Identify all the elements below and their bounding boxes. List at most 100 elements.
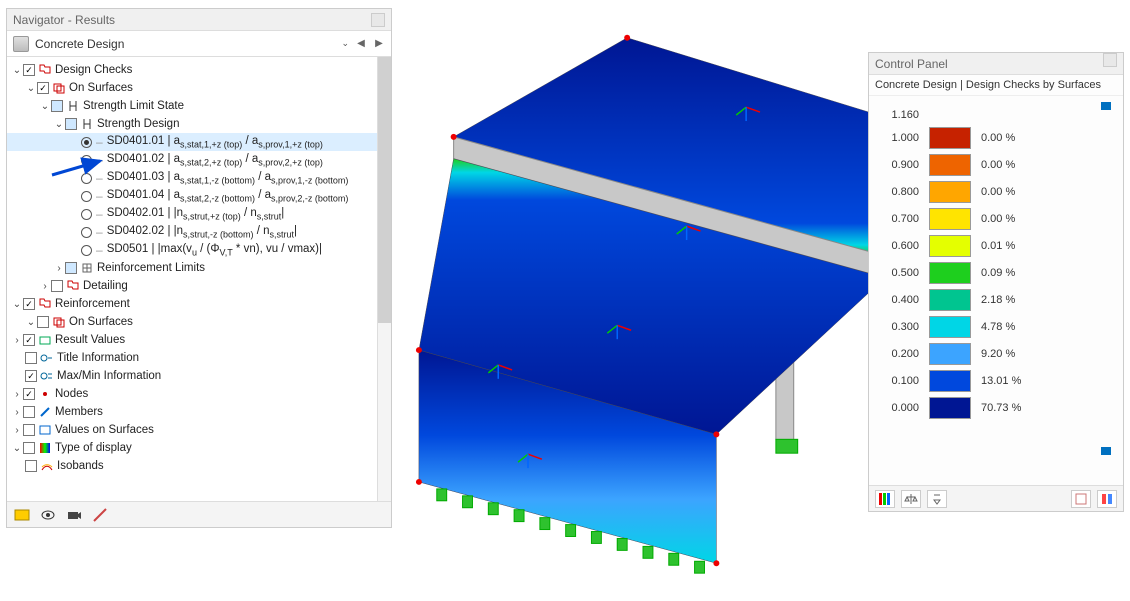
legend-swatch[interactable] (929, 316, 971, 338)
tree-item-label: SD0501 | |max(vu / (ΦV,T * vn), vu / vma… (107, 243, 322, 257)
tab-colorscale[interactable] (875, 490, 895, 508)
tree-item-label: SD0401.03 | as,stat,1,-z (bottom) / as,p… (107, 171, 349, 185)
title-info-icon (40, 351, 54, 365)
legend-value: 0.700 (877, 213, 919, 225)
legend-percent: 70.73 % (981, 402, 1021, 414)
tree-item-label: SD0401.04 | as,stat,2,-z (bottom) / as,p… (107, 189, 349, 203)
tree-item-sd0401-01[interactable]: – SD0401.01 | as,stat,1,+z (top) / as,pr… (7, 133, 391, 151)
navigator-toolbar: Concrete Design ⌄ ◀ ▶ (7, 31, 391, 57)
navigator-title-text: Navigator - Results (13, 9, 115, 31)
tree-item-sd0501[interactable]: – SD0501 | |max(vu / (ΦV,T * vn), vu / v… (7, 241, 391, 259)
tree-item-sd0402-02[interactable]: – SD0402.02 | |ns,strut,-z (bottom) / ns… (7, 223, 391, 241)
maxmin-icon (40, 369, 54, 383)
tree-item-label: SD0401.01 | as,stat,1,+z (top) / as,prov… (107, 135, 323, 149)
nav-next-button[interactable]: ▶ (373, 36, 385, 52)
tree-result-values[interactable]: › Result Values (7, 331, 391, 349)
radio-icon[interactable] (81, 209, 92, 220)
tree-reinforcement[interactable]: ⌄ Reinforcement (7, 295, 391, 313)
reinforcement-icon (38, 297, 52, 311)
eye-icon[interactable] (39, 506, 57, 524)
tree-on-surfaces[interactable]: ⌄ On Surfaces (7, 79, 391, 97)
tree-item-label: SD0402.02 | |ns,strut,-z (bottom) / ns,s… (107, 225, 297, 239)
tree-isobands[interactable]: Isobands (7, 457, 391, 475)
radio-icon[interactable] (81, 227, 92, 238)
legend-swatch[interactable] (929, 208, 971, 230)
tree-item-sd0401-04[interactable]: – SD0401.04 | as,stat,2,-z (bottom) / as… (7, 187, 391, 205)
tab-balance[interactable] (901, 490, 921, 508)
results-tree[interactable]: ⌄ Design Checks ⌄ On Surfaces ⌄ Strength… (7, 57, 391, 501)
footer-view-icon[interactable] (13, 506, 31, 524)
tab-export[interactable] (927, 490, 947, 508)
surfaces-icon (52, 81, 66, 95)
legend-swatch[interactable] (929, 262, 971, 284)
surfaces-icon (52, 315, 66, 329)
radio-icon[interactable] (81, 245, 92, 256)
pointer-arrow-icon (48, 155, 108, 181)
reinf-limits-icon (80, 261, 94, 275)
legend-swatch[interactable] (929, 343, 971, 365)
navigator-mode-dropdown[interactable]: Concrete Design (35, 37, 335, 51)
flag-line-icon[interactable] (91, 506, 109, 524)
members-icon (38, 405, 52, 419)
concrete-design-icon (13, 36, 29, 52)
legend-value: 0.000 (877, 402, 919, 414)
chevron-down-icon[interactable]: ⌄ (341, 38, 349, 49)
nav-prev-button[interactable]: ◀ (355, 36, 367, 52)
tab-settings-2[interactable] (1097, 490, 1117, 508)
legend-percent: 9.20 % (981, 348, 1015, 360)
legend-row: 0.9000.00 % (877, 151, 1115, 178)
legend-swatch[interactable] (929, 181, 971, 203)
legend-swatch[interactable] (929, 154, 971, 176)
legend-top-value: 1.160 (877, 109, 919, 121)
tree-reinforcement-limits[interactable]: › Reinforcement Limits (7, 259, 391, 277)
legend-value: 0.300 (877, 321, 919, 333)
navigator-close-button[interactable] (371, 13, 385, 27)
legend-swatch[interactable] (929, 370, 971, 392)
tree-design-checks[interactable]: ⌄ Design Checks (7, 61, 391, 79)
legend-max-marker[interactable] (1101, 102, 1111, 110)
control-panel-tabs (869, 485, 1123, 511)
legend-row: 0.6000.01 % (877, 232, 1115, 259)
tree-scrollbar[interactable] (377, 57, 391, 501)
tree-title-info[interactable]: Title Information (7, 349, 391, 367)
legend-swatch[interactable] (929, 397, 971, 419)
tree-members[interactable]: › Members (7, 403, 391, 421)
legend-percent: 0.00 % (981, 132, 1015, 144)
legend-value: 0.200 (877, 348, 919, 360)
control-panel-close-button[interactable] (1103, 53, 1117, 67)
navigator-footer (7, 501, 391, 527)
navigator-panel: Navigator - Results Concrete Design ⌄ ◀ … (6, 8, 392, 528)
tree-item-label: SD0402.01 | |ns,strut,+z (top) / ns,stru… (107, 207, 285, 221)
legend-row: 0.5000.09 % (877, 259, 1115, 286)
radio-icon[interactable] (81, 137, 92, 148)
tree-strength-design[interactable]: ⌄ Strength Design (7, 115, 391, 133)
tree-values-on-surfaces[interactable]: › Values on Surfaces (7, 421, 391, 439)
tab-settings-1[interactable] (1071, 490, 1091, 508)
tree-nodes[interactable]: › Nodes (7, 385, 391, 403)
check-flag-icon (38, 63, 52, 77)
legend-percent: 2.18 % (981, 294, 1015, 306)
tree-on-surfaces-2[interactable]: ⌄ On Surfaces (7, 313, 391, 331)
legend-swatch[interactable] (929, 289, 971, 311)
tree-detailing[interactable]: › Detailing (7, 277, 391, 295)
legend-value: 0.400 (877, 294, 919, 306)
control-panel-titlebar: Control Panel (869, 53, 1123, 75)
legend-value: 0.900 (877, 159, 919, 171)
tree-item-sd0402-01[interactable]: – SD0402.01 | |ns,strut,+z (top) / ns,st… (7, 205, 391, 223)
legend-row: 1.0000.00 % (877, 124, 1115, 151)
tree-strength-limit-state[interactable]: ⌄ Strength Limit State (7, 97, 391, 115)
legend-row: 0.200 9.20 % (877, 340, 1115, 367)
legend-percent: 0.00 % (981, 213, 1015, 225)
legend-row: 0.000 70.73 % (877, 394, 1115, 421)
legend-min-marker[interactable] (1101, 447, 1111, 455)
legend-percent: 0.01 % (981, 240, 1015, 252)
tree-type-of-display[interactable]: ⌄ Type of display (7, 439, 391, 457)
radio-icon[interactable] (81, 191, 92, 202)
legend-swatch[interactable] (929, 127, 971, 149)
tree-maxmin-info[interactable]: Max/Min Information (7, 367, 391, 385)
control-panel-subtitle: Concrete Design | Design Checks by Surfa… (869, 75, 1123, 96)
camera-icon[interactable] (65, 506, 83, 524)
detailing-icon (66, 279, 80, 293)
legend-swatch[interactable] (929, 235, 971, 257)
isobands-icon (40, 459, 54, 473)
